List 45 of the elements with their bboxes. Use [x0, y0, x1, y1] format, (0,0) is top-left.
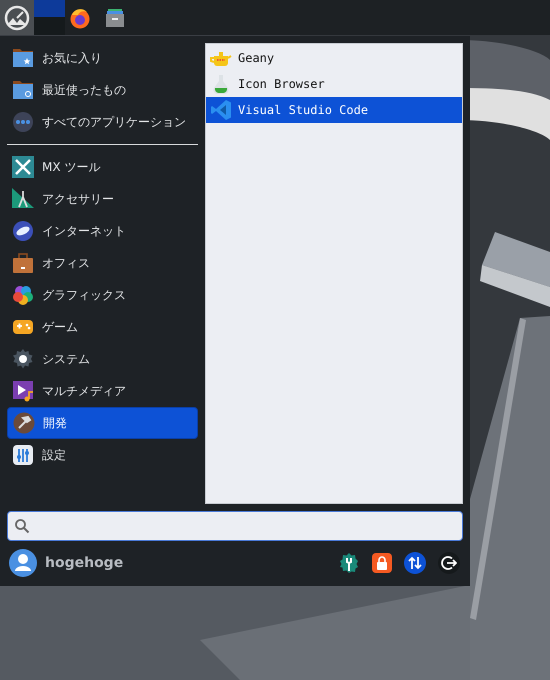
tools-icon [12, 156, 34, 178]
menu-place-item[interactable]: 最近使ったもの [7, 74, 198, 106]
category-item[interactable]: ゲーム [7, 311, 198, 343]
search-field[interactable] [7, 511, 463, 541]
category-item[interactable]: アクセサリー [7, 183, 198, 215]
compass-icon [12, 188, 34, 210]
search-icon [14, 518, 30, 534]
category-item[interactable]: マルチメディア [7, 375, 198, 407]
gear-icon [12, 348, 34, 370]
color-petals-icon [12, 284, 34, 306]
app-item[interactable]: Visual Studio Code [206, 97, 462, 123]
globe-icon [12, 220, 34, 242]
switch-user-button[interactable] [404, 552, 426, 574]
sliders-icon [12, 444, 34, 466]
user-name: hogehoge [45, 554, 124, 572]
settings-button[interactable] [338, 552, 360, 574]
category-item[interactable]: インターネット [7, 215, 198, 247]
category-item[interactable]: オフィス [7, 247, 198, 279]
app-item[interactable]: Icon Browser [206, 71, 462, 97]
up-down-arrows-icon [408, 556, 422, 570]
lock-icon [375, 556, 389, 570]
category-item[interactable]: 開発 [7, 407, 198, 439]
category-item[interactable]: システム [7, 343, 198, 375]
menu-button[interactable] [0, 0, 34, 35]
menu-place-item[interactable]: お気に入り [7, 42, 198, 74]
avatar-icon [9, 549, 37, 577]
clock-folder-icon [12, 80, 34, 100]
app-item[interactable]: Geany [206, 45, 462, 71]
logout-icon [441, 555, 457, 571]
menu-place-item[interactable]: すべてのアプリケーション [7, 106, 198, 138]
mountain-logo-icon [4, 4, 30, 30]
ribbon-icon [210, 99, 232, 121]
category-item[interactable]: グラフィックス [7, 279, 198, 311]
star-folder-icon [12, 48, 34, 68]
logout-button[interactable] [438, 552, 460, 574]
lock-button[interactable] [372, 553, 392, 573]
briefcase-icon [12, 252, 34, 274]
file-cabinet-icon [105, 8, 125, 28]
category-item[interactable]: MX ツール [7, 151, 198, 183]
category-item[interactable]: 設定 [7, 439, 198, 471]
more-icon [12, 111, 34, 133]
film-music-icon [12, 380, 34, 402]
fox-globe-icon [69, 6, 91, 28]
gear-wrench-icon [338, 552, 360, 574]
hammer-icon [13, 412, 35, 434]
